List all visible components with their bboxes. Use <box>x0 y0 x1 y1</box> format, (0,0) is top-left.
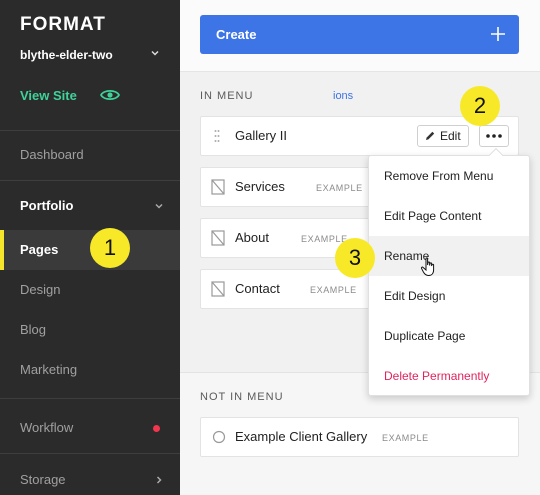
divider <box>0 130 180 131</box>
drag-handle-icon[interactable] <box>214 129 220 143</box>
nav-label: Dashboard <box>20 147 84 162</box>
chevron-right-icon <box>156 476 162 484</box>
menu-edit-page-content[interactable]: Edit Page Content <box>369 196 529 236</box>
circle-icon <box>212 430 226 444</box>
edit-label: Edit <box>440 129 461 143</box>
nav-label: Marketing <box>20 362 78 377</box>
nav-dashboard[interactable]: Dashboard <box>0 135 180 175</box>
divider <box>0 453 180 454</box>
menu-delete-permanently[interactable]: Delete Permanently <box>369 356 529 396</box>
page-title: Example Client Gallery <box>235 429 368 444</box>
create-button[interactable]: Create <box>200 15 519 54</box>
divider <box>0 180 180 181</box>
page-icon <box>211 179 225 195</box>
hand-cursor-icon <box>420 257 435 277</box>
site-selector[interactable]: blythe-elder-two <box>20 48 113 62</box>
nav-design[interactable]: Design <box>0 270 180 310</box>
page-icon <box>211 230 225 246</box>
create-bar: Create <box>180 0 540 72</box>
example-tag: EXAMPLE <box>316 183 363 193</box>
example-tag: EXAMPLE <box>382 433 429 443</box>
notification-dot <box>153 425 160 432</box>
view-site-link[interactable]: View Site <box>20 88 77 103</box>
eye-icon[interactable] <box>100 88 120 102</box>
nav-blog[interactable]: Blog <box>0 310 180 350</box>
example-tag: EXAMPLE <box>310 285 357 295</box>
page-title: Gallery II <box>235 128 288 143</box>
nav-label: Portfolio <box>20 198 74 213</box>
divider <box>0 398 180 399</box>
nav-label: Design <box>20 282 61 297</box>
page-title: Services <box>235 179 285 194</box>
nav-storage[interactable]: Storage <box>0 460 180 495</box>
page-row-client-gallery[interactable]: Example Client Gallery EXAMPLE <box>200 417 519 457</box>
create-label: Create <box>216 27 257 42</box>
page-title: About <box>235 230 269 245</box>
nav-workflow[interactable]: Workflow <box>0 408 180 448</box>
page-icon <box>211 281 225 297</box>
plus-icon <box>491 27 505 41</box>
edit-button[interactable]: Edit <box>417 125 469 147</box>
menu-duplicate-page[interactable]: Duplicate Page <box>369 316 529 356</box>
nav-label: Pages <box>20 242 59 257</box>
options-link[interactable]: ions <box>333 90 353 102</box>
more-icon <box>486 134 502 138</box>
step-badge-2: 2 <box>460 86 500 126</box>
chevron-down-icon[interactable] <box>150 48 160 58</box>
step-badge-1: 1 <box>90 228 130 268</box>
pencil-icon <box>426 131 435 140</box>
chevron-down-icon <box>155 203 163 209</box>
menu-rename[interactable]: Rename <box>369 236 529 276</box>
menu-remove-from-menu[interactable]: Remove From Menu <box>369 156 529 196</box>
page-title: Contact <box>235 281 280 296</box>
step-badge-3: 3 <box>335 238 375 278</box>
format-logo[interactable]: FORMAT <box>20 14 106 36</box>
menu-edit-design[interactable]: Edit Design <box>369 276 529 316</box>
nav-portfolio[interactable]: Portfolio <box>0 186 180 226</box>
page-options-menu: Remove From Menu Edit Page Content Renam… <box>368 147 530 396</box>
nav-marketing[interactable]: Marketing <box>0 350 180 390</box>
nav-label: Storage <box>20 472 66 487</box>
not-in-menu-heading: NOT IN MENU <box>200 391 284 403</box>
more-options-button[interactable] <box>479 125 509 147</box>
nav-label: Blog <box>20 322 47 337</box>
nav-label: Workflow <box>20 420 74 435</box>
in-menu-heading: IN MENU <box>200 90 254 102</box>
